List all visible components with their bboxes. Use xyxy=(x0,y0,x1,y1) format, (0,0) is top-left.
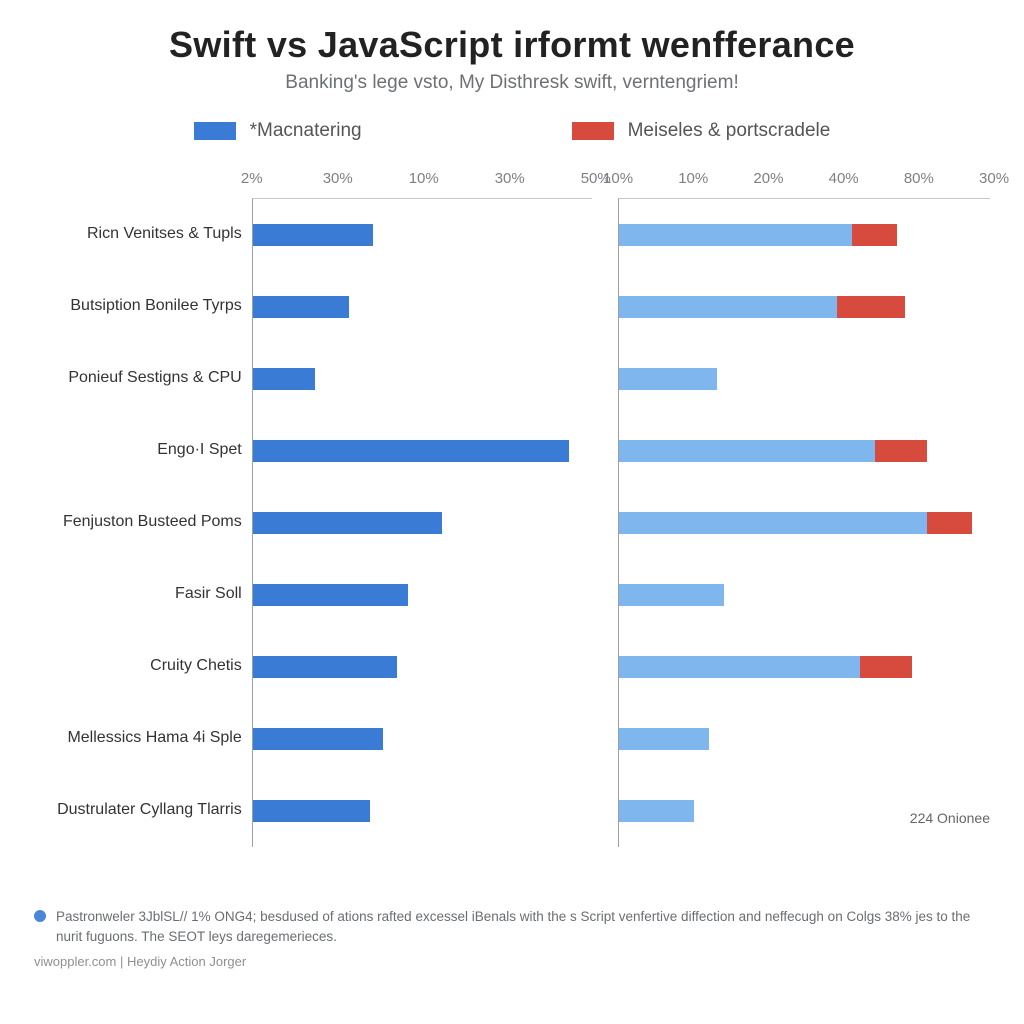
bar-right-light xyxy=(619,584,724,606)
bar-left xyxy=(253,440,569,462)
y-label: Cruity Chetis xyxy=(34,630,242,702)
x-tick: 30% xyxy=(323,170,353,187)
footnote: Pastronweler 3JblSL// 1% ONG4; besdused … xyxy=(34,907,990,946)
x-tick: 30% xyxy=(979,170,1009,187)
legend-item-left: *Macnatering xyxy=(194,120,362,142)
bar-left xyxy=(253,728,384,750)
y-label: Ponieuf Sestigns & CPU xyxy=(34,342,242,414)
y-label: Mellessics Hama 4i Sple xyxy=(34,702,242,774)
y-axis-labels: Ricn Venitses & TuplsButsiption Bonilee … xyxy=(34,156,252,847)
y-label: Ricn Venitses & Tupls xyxy=(34,198,242,270)
legend-label-right: Meiseles & portscradele xyxy=(628,120,831,142)
x-tick: 40% xyxy=(829,170,859,187)
footnote-text: Pastronweler 3JblSL// 1% ONG4; besdused … xyxy=(56,907,990,946)
x-ticks-right: 10%10%20%40%80%30% xyxy=(618,156,990,198)
y-label: Fenjuston Busteed Poms xyxy=(34,486,242,558)
bar-left xyxy=(253,512,442,534)
legend-swatch-blue xyxy=(194,122,236,140)
panel-right: 10%10%20%40%80%30% 224 Onionee xyxy=(618,156,990,847)
x-tick: 20% xyxy=(753,170,783,187)
plot-left xyxy=(252,198,592,847)
x-tick: 2% xyxy=(241,170,263,187)
credits: viwoppler.com | Heydiy Action Jorger xyxy=(34,954,990,969)
bar-right-red xyxy=(860,656,913,678)
bar-right-light xyxy=(619,728,709,750)
x-tick: 80% xyxy=(904,170,934,187)
panel-right-footer: 224 Onionee xyxy=(910,810,990,826)
bar-right-light xyxy=(619,440,875,462)
y-label: Butsiption Bonilee Tyrps xyxy=(34,270,242,342)
bar-right-light xyxy=(619,296,837,318)
bar-left xyxy=(253,656,397,678)
x-tick: 10% xyxy=(409,170,439,187)
legend-swatch-red xyxy=(572,122,614,140)
legend: *Macnatering Meiseles & portscradele xyxy=(34,120,990,142)
bar-left xyxy=(253,296,349,318)
panel-left: 2%30%10%30%50% xyxy=(252,156,592,847)
chart-title: Swift vs JavaScript irformt wenfferance xyxy=(34,24,990,66)
legend-label-left: *Macnatering xyxy=(250,120,362,142)
footnote-bullet-icon xyxy=(34,910,46,922)
bar-left xyxy=(253,584,408,606)
bar-right-red xyxy=(852,224,897,246)
x-ticks-left: 2%30%10%30%50% xyxy=(252,156,592,198)
legend-item-right: Meiseles & portscradele xyxy=(572,120,831,142)
bar-right-light xyxy=(619,224,852,246)
y-label: Engo·I Spet xyxy=(34,414,242,486)
x-tick: 30% xyxy=(495,170,525,187)
x-tick: 10% xyxy=(603,170,633,187)
bar-left xyxy=(253,368,315,390)
bar-right-red xyxy=(837,296,905,318)
bar-right-red xyxy=(927,512,972,534)
y-label: Dustrulater Cyllang Tlarris xyxy=(34,774,242,846)
bar-right-light xyxy=(619,656,860,678)
bar-right-light xyxy=(619,512,927,534)
y-label: Fasir Soll xyxy=(34,558,242,630)
panels: Ricn Venitses & TuplsButsiption Bonilee … xyxy=(34,156,990,847)
plot-right xyxy=(618,198,990,847)
bar-right-light xyxy=(619,368,717,390)
chart-subtitle: Banking's lege vsto, My Disthresk swift,… xyxy=(34,72,990,94)
chart-page: Swift vs JavaScript irformt wenfferance … xyxy=(0,0,1024,1024)
bar-right-red xyxy=(875,440,928,462)
bar-left xyxy=(253,224,373,246)
bar-left xyxy=(253,800,370,822)
bar-right-light xyxy=(619,800,694,822)
x-tick: 10% xyxy=(678,170,708,187)
